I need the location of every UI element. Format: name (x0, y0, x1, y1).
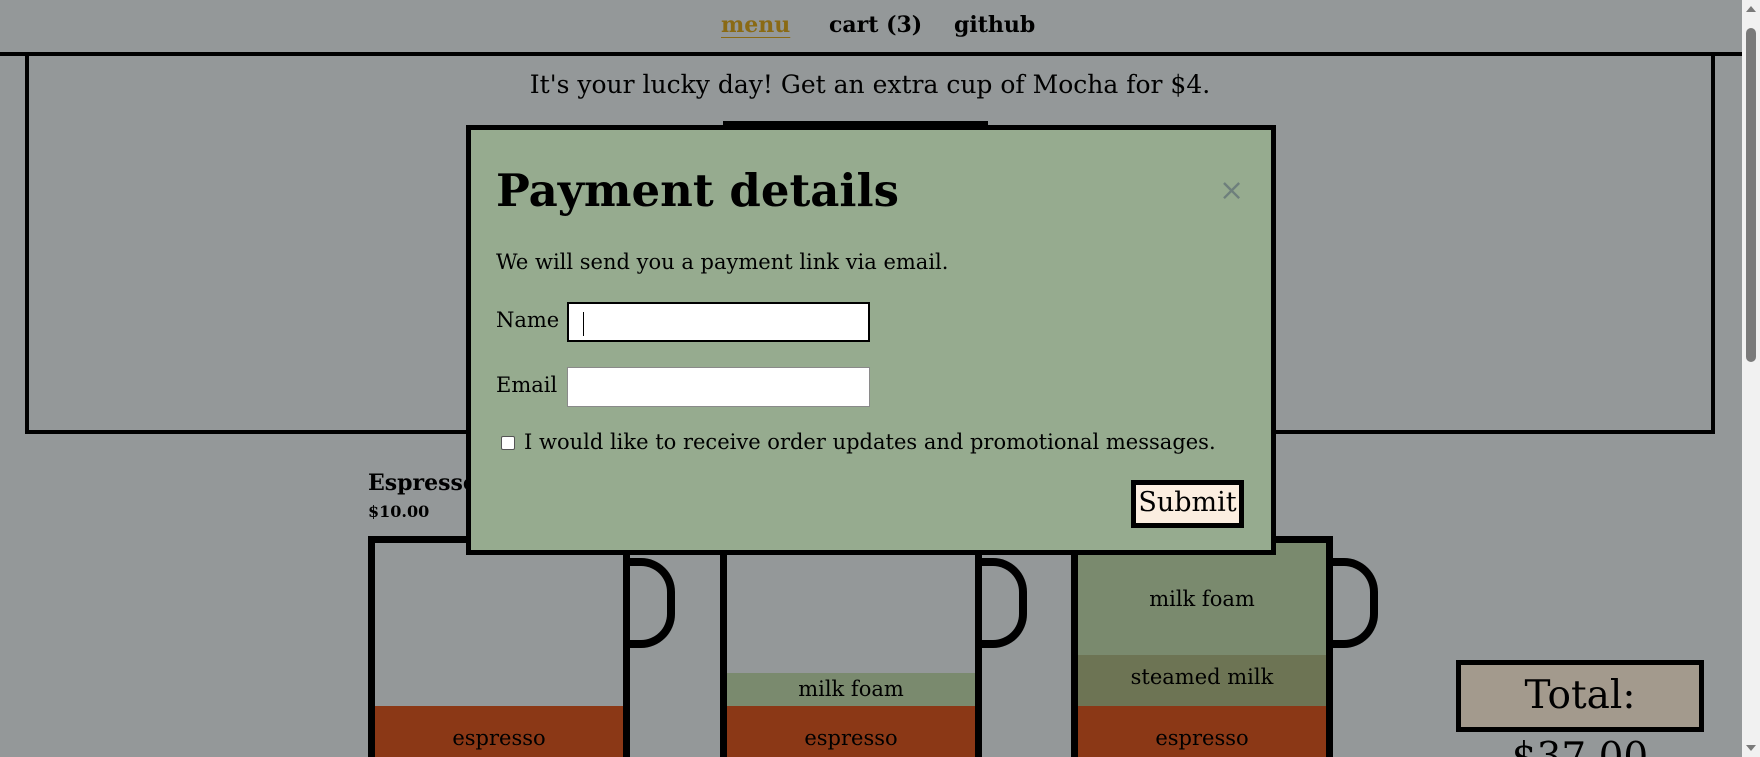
modal-title: Payment details (496, 164, 899, 217)
modal-description: We will send you a payment link via emai… (496, 250, 949, 274)
item-name-espresso: Espresso (368, 470, 478, 496)
nav-cart-link[interactable]: cart (3) (829, 12, 922, 38)
item-price-espresso: $10.00 (368, 502, 430, 521)
top-nav: menu cart (3) github (0, 0, 1742, 56)
cup-espresso[interactable]: espresso (368, 536, 630, 757)
layer-steamed-milk: steamed milk (1078, 655, 1326, 706)
name-input[interactable] (567, 302, 870, 342)
submit-button[interactable]: Submit (1131, 480, 1244, 528)
layer-espresso: espresso (727, 706, 975, 757)
cup-item-2[interactable]: milk foam espresso (720, 536, 982, 757)
close-icon[interactable]: × (1219, 176, 1244, 206)
scroll-down-icon[interactable] (1746, 745, 1756, 751)
promo-checkbox[interactable] (501, 436, 515, 450)
cup-handle (980, 558, 1027, 648)
layer-espresso: espresso (375, 706, 623, 757)
payment-modal: Payment details × We will send you a pay… (466, 125, 1276, 555)
promo-text: It's your lucky day! Get an extra cup of… (529, 70, 1211, 99)
scroll-up-icon[interactable] (1746, 6, 1756, 12)
scrollbar-thumb[interactable] (1746, 28, 1756, 362)
vertical-scrollbar[interactable] (1742, 0, 1760, 757)
layer-milk-foam: milk foam (727, 673, 975, 706)
cup-handle (1331, 558, 1378, 648)
layer-milk-foam: milk foam (1078, 543, 1326, 655)
email-label: Email (496, 373, 558, 397)
promo-checkbox-label[interactable]: I would like to receive order updates an… (524, 430, 1216, 454)
text-caret (583, 312, 584, 336)
cart-total-button[interactable]: Total: $37.00 (1456, 660, 1704, 757)
cup-item-3[interactable]: milk foam steamed milk espresso (1071, 536, 1333, 757)
nav-github-link[interactable]: github (954, 12, 1035, 38)
nav-menu-link[interactable]: menu (721, 12, 790, 38)
cup-handle (628, 558, 675, 648)
name-label: Name (496, 308, 560, 332)
email-input[interactable] (567, 367, 870, 407)
layer-espresso: espresso (1078, 706, 1326, 757)
